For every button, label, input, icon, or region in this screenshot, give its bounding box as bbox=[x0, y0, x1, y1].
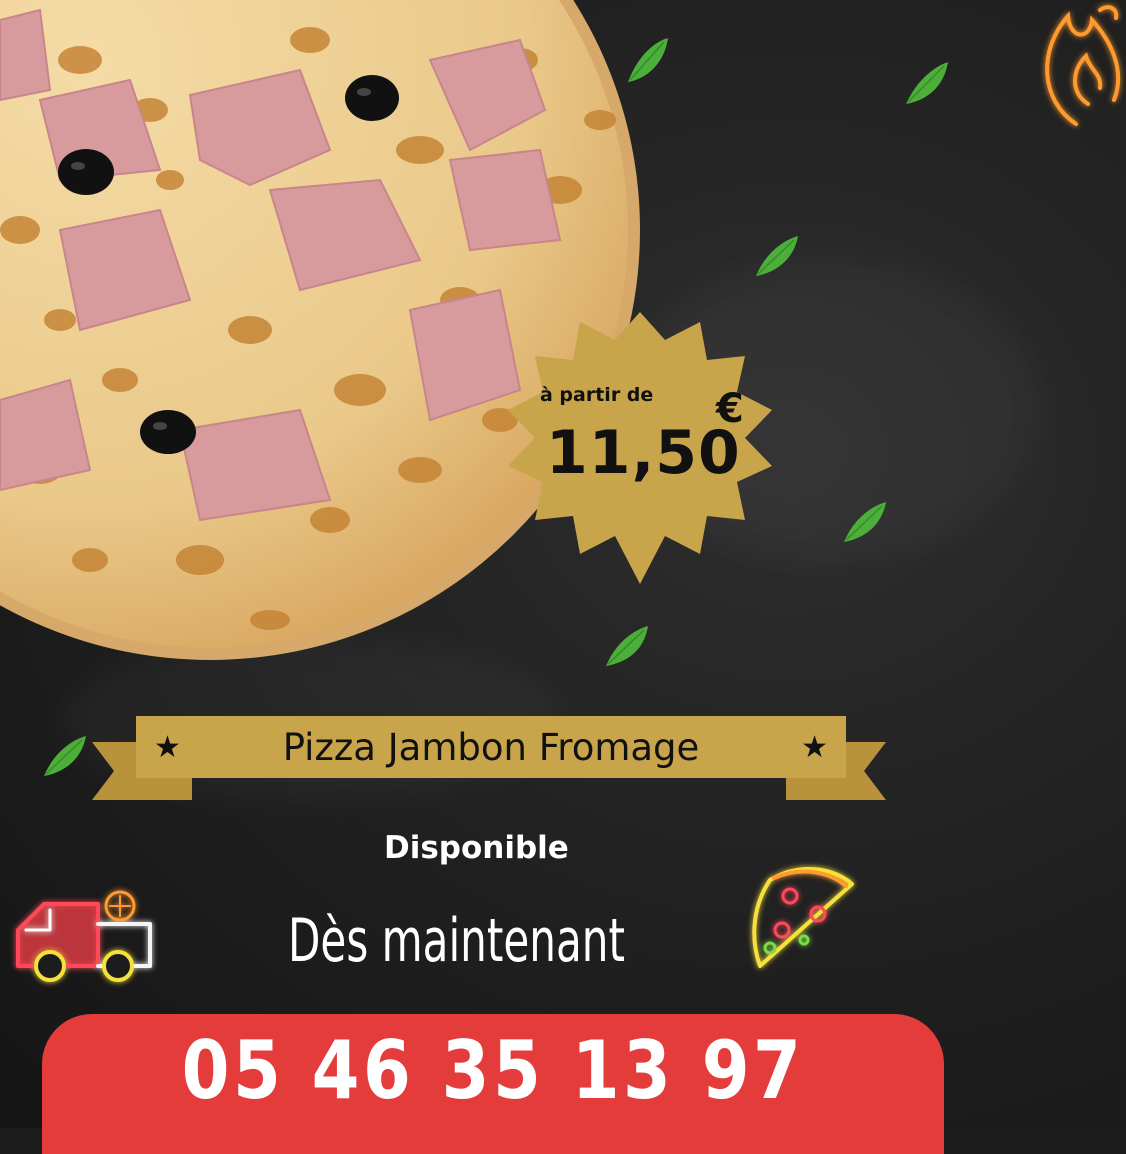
flame-neon-icon bbox=[1045, 5, 1121, 126]
star-icon: ★ bbox=[801, 729, 828, 765]
price-value: 11,50 bbox=[546, 418, 741, 488]
availability-subtitle: Dès maintenant bbox=[288, 906, 625, 976]
availability-label: Disponible bbox=[384, 830, 569, 866]
pizza-name: Pizza Jambon Fromage bbox=[282, 725, 700, 769]
phone-number[interactable]: 05 46 35 13 97 bbox=[105, 1024, 881, 1117]
pizza-image bbox=[0, 0, 640, 660]
delivery-truck-neon-icon bbox=[16, 890, 152, 982]
star-icon: ★ bbox=[154, 729, 181, 765]
pizza-slice-neon-icon bbox=[752, 867, 854, 968]
name-ribbon-content: ★ Pizza Jambon Fromage ★ bbox=[136, 716, 846, 778]
price-prefix: à partir de bbox=[540, 384, 654, 406]
price-currency: € bbox=[716, 386, 744, 432]
